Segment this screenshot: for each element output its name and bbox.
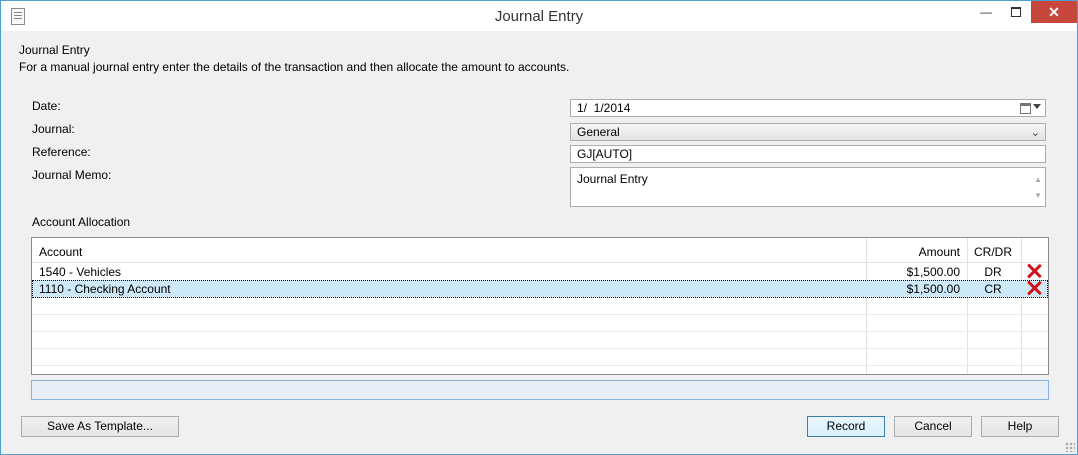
date-value: 1/ 1/2014 (577, 101, 631, 115)
reference-input[interactable]: GJ[AUTO] (570, 145, 1046, 163)
crdr-cell[interactable]: CR (968, 282, 1018, 296)
resize-grip-icon[interactable] (1065, 442, 1075, 452)
memo-label: Journal Memo: (32, 168, 112, 182)
close-button[interactable]: ✕ (1031, 1, 1077, 23)
column-header-amount[interactable]: Amount (868, 245, 960, 259)
reference-value: GJ[AUTO] (577, 147, 633, 161)
column-header-crdr[interactable]: CR/DR (968, 245, 1018, 259)
maximize-button[interactable] (1001, 1, 1031, 23)
amount-cell[interactable]: $1,500.00 (868, 282, 960, 296)
crdr-cell[interactable]: DR (968, 265, 1018, 279)
maximize-icon (1011, 7, 1021, 17)
account-cell[interactable]: 1110 - Checking Account (39, 282, 171, 296)
grid-header: Account Amount CR/DR (32, 238, 1048, 263)
memo-textarea[interactable]: Journal Entry ▲ ▼ (570, 167, 1046, 207)
form-heading: Journal Entry (19, 43, 90, 57)
help-button[interactable]: Help (981, 416, 1059, 437)
journal-select[interactable]: General ⌄ (570, 123, 1046, 141)
delete-x-icon[interactable] (1026, 263, 1042, 279)
dropdown-arrow-icon[interactable] (1033, 104, 1041, 109)
chevron-down-icon: ⌄ (1030, 127, 1040, 139)
journal-label: Journal: (32, 122, 75, 136)
memo-value: Journal Entry (577, 172, 648, 186)
table-row[interactable]: 1540 - Vehicles $1,500.00 DR (32, 263, 1048, 281)
allocation-section-label: Account Allocation (32, 215, 131, 229)
calendar-icon[interactable] (1020, 103, 1031, 114)
scroll-down-icon[interactable]: ▼ (1034, 188, 1042, 204)
reference-label: Reference: (32, 145, 91, 159)
record-button[interactable]: Record (807, 416, 885, 437)
window-title: Journal Entry (494, 8, 584, 25)
table-row[interactable]: 1110 - Checking Account $1,500.00 CR (32, 280, 1048, 298)
scroll-up-icon[interactable]: ▲ (1034, 172, 1042, 188)
empty-row[interactable] (32, 297, 1048, 315)
date-label: Date: (32, 99, 61, 113)
account-cell[interactable]: 1540 - Vehicles (39, 265, 121, 279)
minimize-button[interactable]: — (971, 1, 1001, 23)
date-picker[interactable]: 1/ 1/2014 (570, 99, 1046, 117)
empty-row[interactable] (32, 331, 1048, 349)
empty-row[interactable] (32, 348, 1048, 366)
cancel-button[interactable]: Cancel (894, 416, 972, 437)
title-bar: Journal Entry — ✕ (1, 1, 1077, 31)
delete-x-icon[interactable] (1026, 280, 1042, 296)
status-strip (31, 380, 1049, 400)
column-header-account[interactable]: Account (39, 245, 82, 259)
journal-entry-window: Journal Entry — ✕ Journal Entry For a ma… (0, 0, 1078, 455)
save-as-template-button[interactable]: Save As Template... (21, 416, 179, 437)
amount-cell[interactable]: $1,500.00 (868, 265, 960, 279)
empty-row[interactable] (32, 314, 1048, 332)
form-description: For a manual journal entry enter the det… (19, 60, 570, 74)
allocation-grid: Account Amount CR/DR 1540 - Vehicles $1,… (31, 237, 1049, 375)
journal-value: General (577, 125, 620, 139)
